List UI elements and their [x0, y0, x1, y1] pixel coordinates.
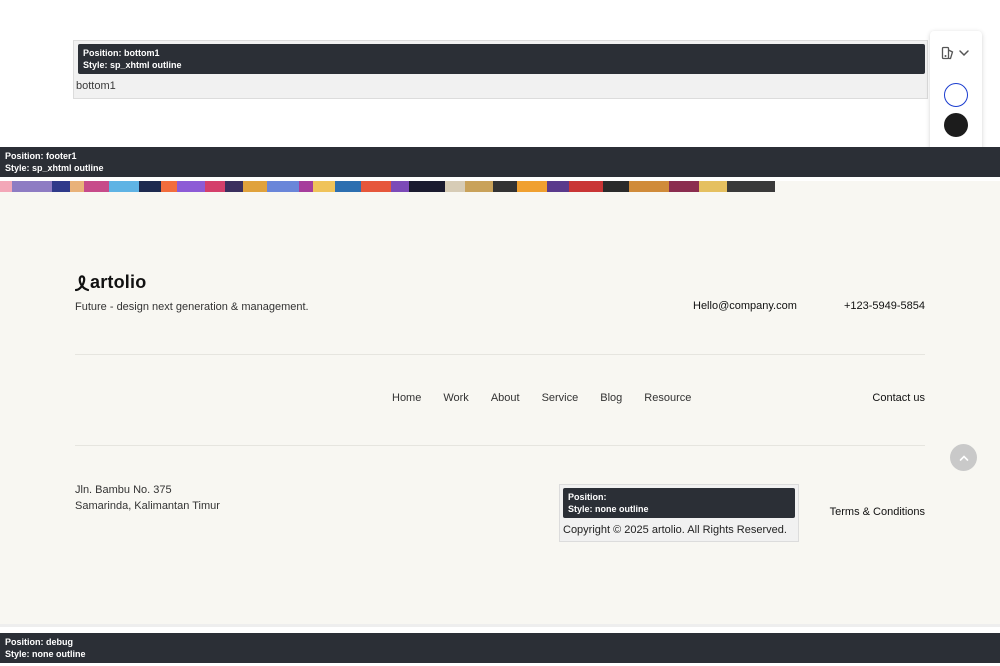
address-line-1: Jln. Bambu No. 375: [75, 484, 172, 496]
gallery-thumbnail: [547, 181, 569, 192]
bottom1-debug-label: Position: bottom1 Style: sp_xhtml outlin…: [78, 44, 925, 74]
scroll-to-top-button[interactable]: [950, 444, 977, 471]
copyright-debug-label: Position: Style: none outline: [563, 488, 795, 518]
gallery-thumbnail: [243, 181, 267, 192]
gallery-thumbnail: [517, 181, 547, 192]
gallery-thumbnail: [699, 181, 727, 192]
address: Jln. Bambu No. 375 Samarinda, Kalimantan…: [75, 482, 220, 514]
debug-position-text: Position: debug: [5, 637, 73, 647]
bottom1-content: bottom1: [76, 80, 116, 92]
debug-style-text: Style: none outline: [5, 649, 86, 659]
gallery-thumbnail: [409, 181, 445, 192]
contact-phone-link[interactable]: +123-5949-5854: [844, 300, 925, 312]
footer-bottom-border: [0, 624, 1000, 627]
gallery-thumbnail: [109, 181, 139, 192]
palette-icon: [941, 46, 954, 60]
gallery-thumbnail: [12, 181, 52, 192]
footer1-debug-label: Position: footer1 Style: sp_xhtml outlin…: [0, 147, 1000, 177]
terms-conditions-link[interactable]: Terms & Conditions: [830, 506, 925, 518]
brand-logo[interactable]: artolio: [75, 272, 146, 293]
light-theme-swatch[interactable]: [944, 83, 968, 107]
nav-link-service[interactable]: Service: [542, 392, 579, 404]
gallery-thumbnail: [299, 181, 313, 192]
gallery-thumbnail: [603, 181, 629, 192]
contact-us-link[interactable]: Contact us: [872, 392, 925, 404]
gallery-thumbnail: [361, 181, 391, 192]
debug-position-text: Position:: [568, 492, 607, 502]
footer-divider: [75, 445, 925, 446]
site-footer: artolio Future - design next generation …: [0, 192, 1000, 624]
gallery-thumbnail: [445, 181, 465, 192]
address-line-2: Samarinda, Kalimantan Timur: [75, 500, 220, 512]
gallery-thumbnail: [629, 181, 669, 192]
nav-link-work[interactable]: Work: [443, 392, 468, 404]
debug-position-text: Position: bottom1: [83, 48, 160, 58]
gallery-thumbnail: [391, 181, 409, 192]
gallery-thumbnail: [569, 181, 603, 192]
gallery-thumbnail: [727, 181, 775, 192]
gallery-thumbnail: [0, 181, 12, 192]
gallery-thumbnail: [70, 181, 84, 192]
logo-mark-icon: [75, 274, 89, 291]
gallery-thumbnail: [52, 181, 70, 192]
gallery-thumbnail: [465, 181, 493, 192]
gallery-thumbnail: [493, 181, 517, 192]
gallery-thumbnail: [84, 181, 109, 192]
debug-position-text: Position: footer1: [5, 151, 77, 161]
contact-email-link[interactable]: Hello@company.com: [693, 300, 797, 312]
copyright-text: Copyright © 2025 artolio. All Rights Res…: [563, 524, 787, 536]
nav-link-blog[interactable]: Blog: [600, 392, 622, 404]
debug-style-text: Style: sp_xhtml outline: [5, 163, 104, 173]
tagline: Future - design next generation & manage…: [75, 301, 309, 313]
gallery-thumbnail: [335, 181, 361, 192]
gallery-strip: [0, 181, 1000, 192]
copyright-module: Position: Style: none outline Copyright …: [559, 484, 799, 542]
chevron-down-icon: [959, 50, 969, 57]
nav-link-home[interactable]: Home: [392, 392, 421, 404]
nav-link-about[interactable]: About: [491, 392, 520, 404]
style-switcher-panel: [930, 31, 982, 154]
gallery-thumbnail: [177, 181, 205, 192]
dark-theme-swatch[interactable]: [944, 113, 968, 137]
gallery-thumbnail: [205, 181, 225, 192]
footer-nav: Home Work About Service Blog Resource: [392, 392, 713, 404]
style-switcher-toggle[interactable]: [941, 44, 973, 62]
debug-position-label: Position: debug Style: none outline: [0, 633, 1000, 663]
gallery-thumbnail: [225, 181, 243, 192]
chevron-up-icon: [959, 454, 968, 461]
gallery-thumbnail: [161, 181, 177, 192]
bottom1-module: Position: bottom1 Style: sp_xhtml outlin…: [73, 40, 928, 99]
brand-name: artolio: [90, 272, 147, 292]
footer-divider: [75, 354, 925, 355]
debug-style-text: Style: none outline: [568, 504, 649, 514]
gallery-thumbnail: [267, 181, 299, 192]
gallery-thumbnail: [313, 181, 335, 192]
gallery-thumbnail: [139, 181, 161, 192]
gallery-thumbnail: [669, 181, 699, 192]
debug-style-text: Style: sp_xhtml outline: [83, 60, 182, 70]
nav-link-resource[interactable]: Resource: [644, 392, 691, 404]
